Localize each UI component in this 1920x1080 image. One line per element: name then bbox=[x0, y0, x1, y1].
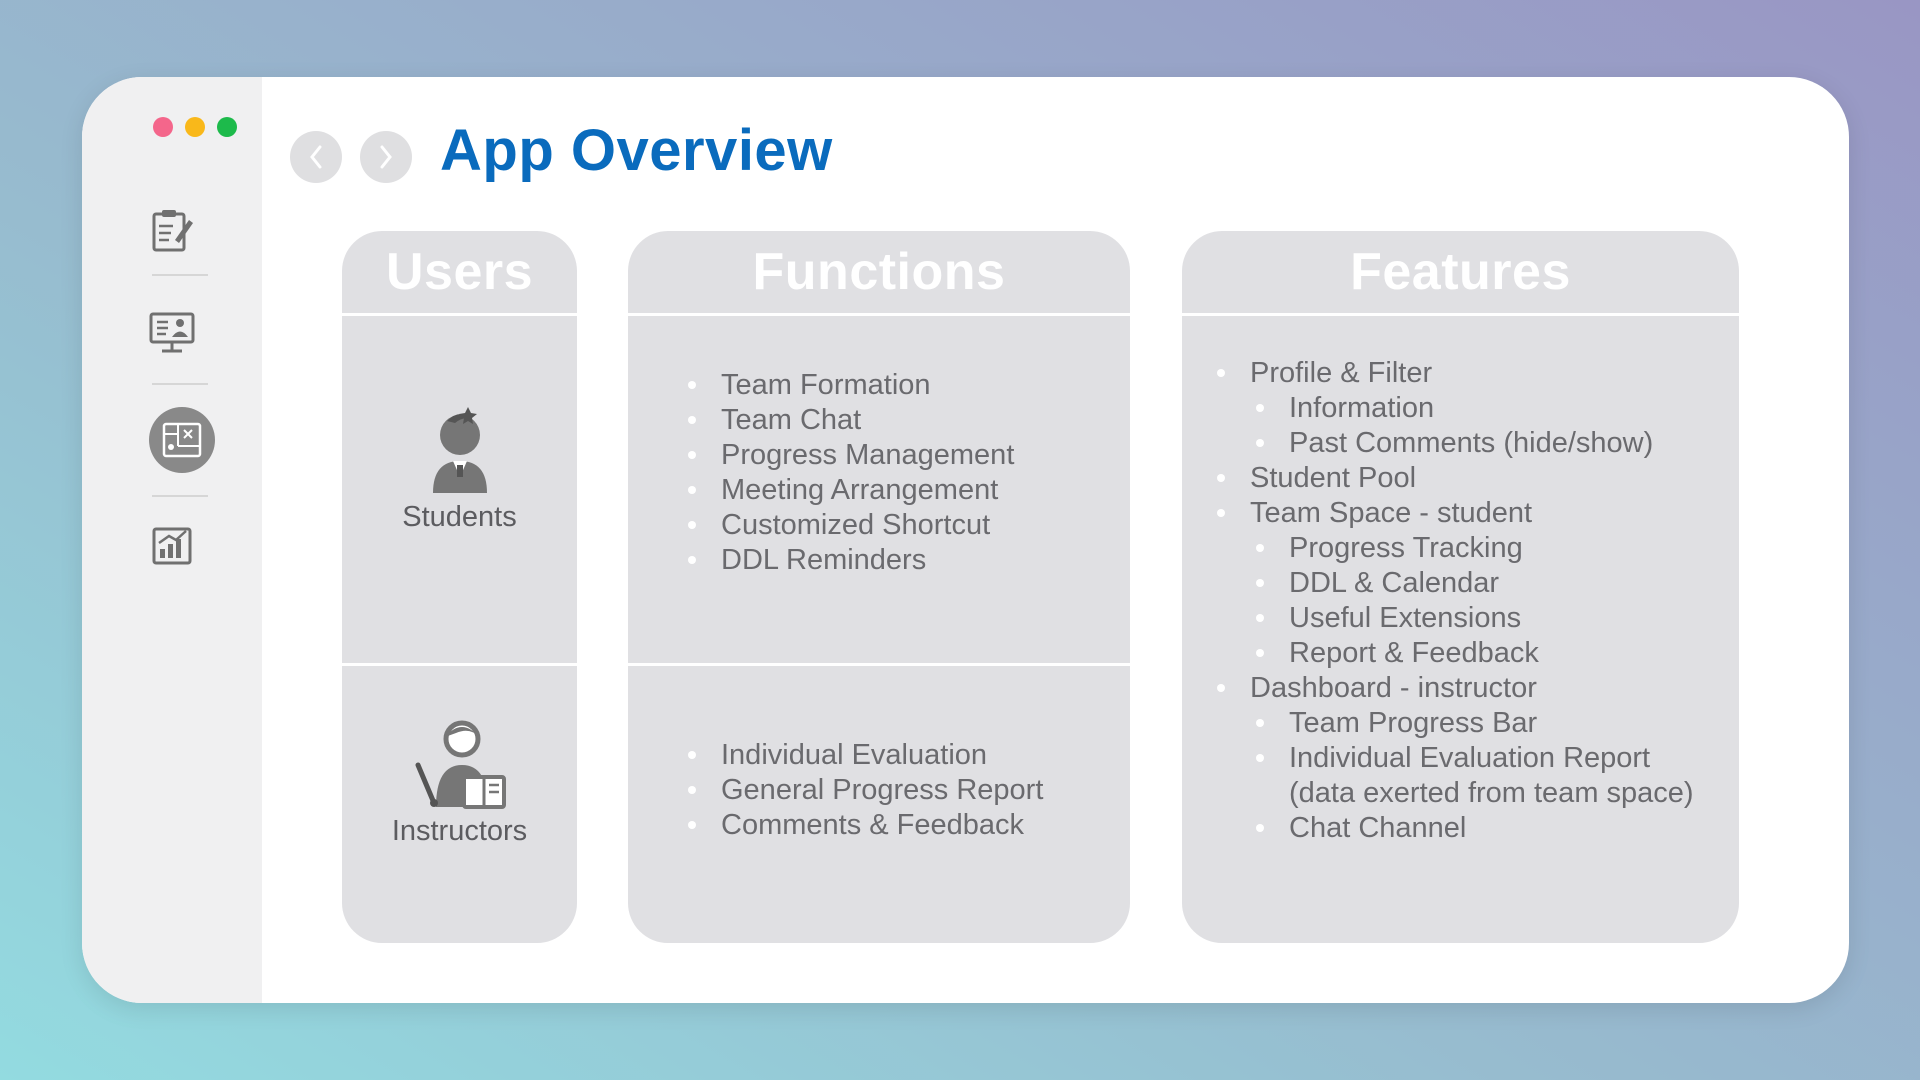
feature-item: Team Space - student bbox=[1213, 496, 1723, 531]
feature-subitem: Team Progress Bar bbox=[1252, 706, 1723, 741]
sidebar-item-presentation[interactable] bbox=[145, 305, 199, 359]
minimize-window-button[interactable] bbox=[185, 117, 205, 137]
feature-subitem: Individual Evaluation Report (data exert… bbox=[1252, 741, 1723, 811]
forward-button[interactable] bbox=[360, 131, 412, 183]
functions-panel: Functions Team Formation Team Chat Progr… bbox=[628, 231, 1130, 943]
sidebar-divider bbox=[152, 383, 208, 385]
feature-item: Student Pool bbox=[1213, 461, 1723, 496]
list-item: Comments & Feedback bbox=[684, 808, 1043, 843]
header-divider bbox=[628, 313, 1130, 316]
close-window-button[interactable] bbox=[153, 117, 173, 137]
list-item: Individual Evaluation bbox=[684, 738, 1043, 773]
chart-report-icon bbox=[152, 527, 192, 565]
sidebar bbox=[82, 77, 262, 1003]
features-header: Features bbox=[1350, 243, 1571, 301]
app-window: App Overview Users Students Instructors … bbox=[82, 77, 1849, 1003]
row-divider bbox=[628, 663, 1130, 666]
presentation-screen-icon bbox=[149, 312, 195, 353]
maximize-window-button[interactable] bbox=[217, 117, 237, 137]
page-title: App Overview bbox=[440, 118, 833, 183]
feature-subitem: Useful Extensions bbox=[1252, 601, 1723, 636]
user-students: Students bbox=[342, 405, 577, 534]
list-item: Customized Shortcut bbox=[684, 508, 1014, 543]
feature-subitem: Report & Feedback bbox=[1252, 636, 1723, 671]
sidebar-item-blueprint[interactable] bbox=[149, 407, 215, 473]
chevron-right-icon bbox=[380, 145, 392, 169]
sidebar-item-notes[interactable] bbox=[145, 203, 199, 257]
functions-header: Functions bbox=[752, 243, 1006, 301]
notes-edit-icon bbox=[152, 210, 193, 252]
user-label: Instructors bbox=[391, 815, 528, 847]
list-item: Progress Management bbox=[684, 438, 1014, 473]
user-label: Students bbox=[402, 501, 517, 533]
feature-subitem: Progress Tracking bbox=[1252, 531, 1723, 566]
users-header: Users bbox=[385, 243, 534, 301]
list-item: DDL Reminders bbox=[684, 543, 1014, 578]
feature-subitem: Past Comments (hide/show) bbox=[1252, 426, 1723, 461]
header-divider bbox=[1182, 313, 1739, 316]
student-icon bbox=[432, 407, 487, 493]
feature-subitem: DDL & Calendar bbox=[1252, 566, 1723, 601]
chevron-left-icon bbox=[310, 145, 322, 169]
instructor-icon bbox=[415, 720, 506, 809]
list-item: Team Formation bbox=[684, 368, 1014, 403]
back-button[interactable] bbox=[290, 131, 342, 183]
user-instructors: Instructors bbox=[342, 713, 577, 848]
list-item: Meeting Arrangement bbox=[684, 473, 1014, 508]
list-item: General Progress Report bbox=[684, 773, 1043, 808]
student-functions-list: Team Formation Team Chat Progress Manage… bbox=[684, 368, 1014, 578]
feature-item: Dashboard - instructor bbox=[1213, 671, 1723, 706]
features-panel: Features Profile & Filter Information Pa… bbox=[1182, 231, 1739, 943]
sidebar-item-report[interactable] bbox=[145, 518, 199, 572]
feature-subitem: Information bbox=[1252, 391, 1723, 426]
list-item: Team Chat bbox=[684, 403, 1014, 438]
row-divider bbox=[342, 663, 577, 666]
feature-subitem: Chat Channel bbox=[1252, 811, 1723, 846]
feature-item: Profile & Filter bbox=[1213, 356, 1723, 391]
sidebar-divider bbox=[152, 495, 208, 497]
instructor-functions-list: Individual Evaluation General Progress R… bbox=[684, 738, 1043, 843]
sidebar-divider bbox=[152, 274, 208, 276]
users-panel: Users Students Instructors bbox=[342, 231, 577, 943]
features-list: Profile & Filter Information Past Commen… bbox=[1213, 356, 1723, 846]
blueprint-icon bbox=[162, 422, 202, 458]
header-divider bbox=[342, 313, 577, 316]
